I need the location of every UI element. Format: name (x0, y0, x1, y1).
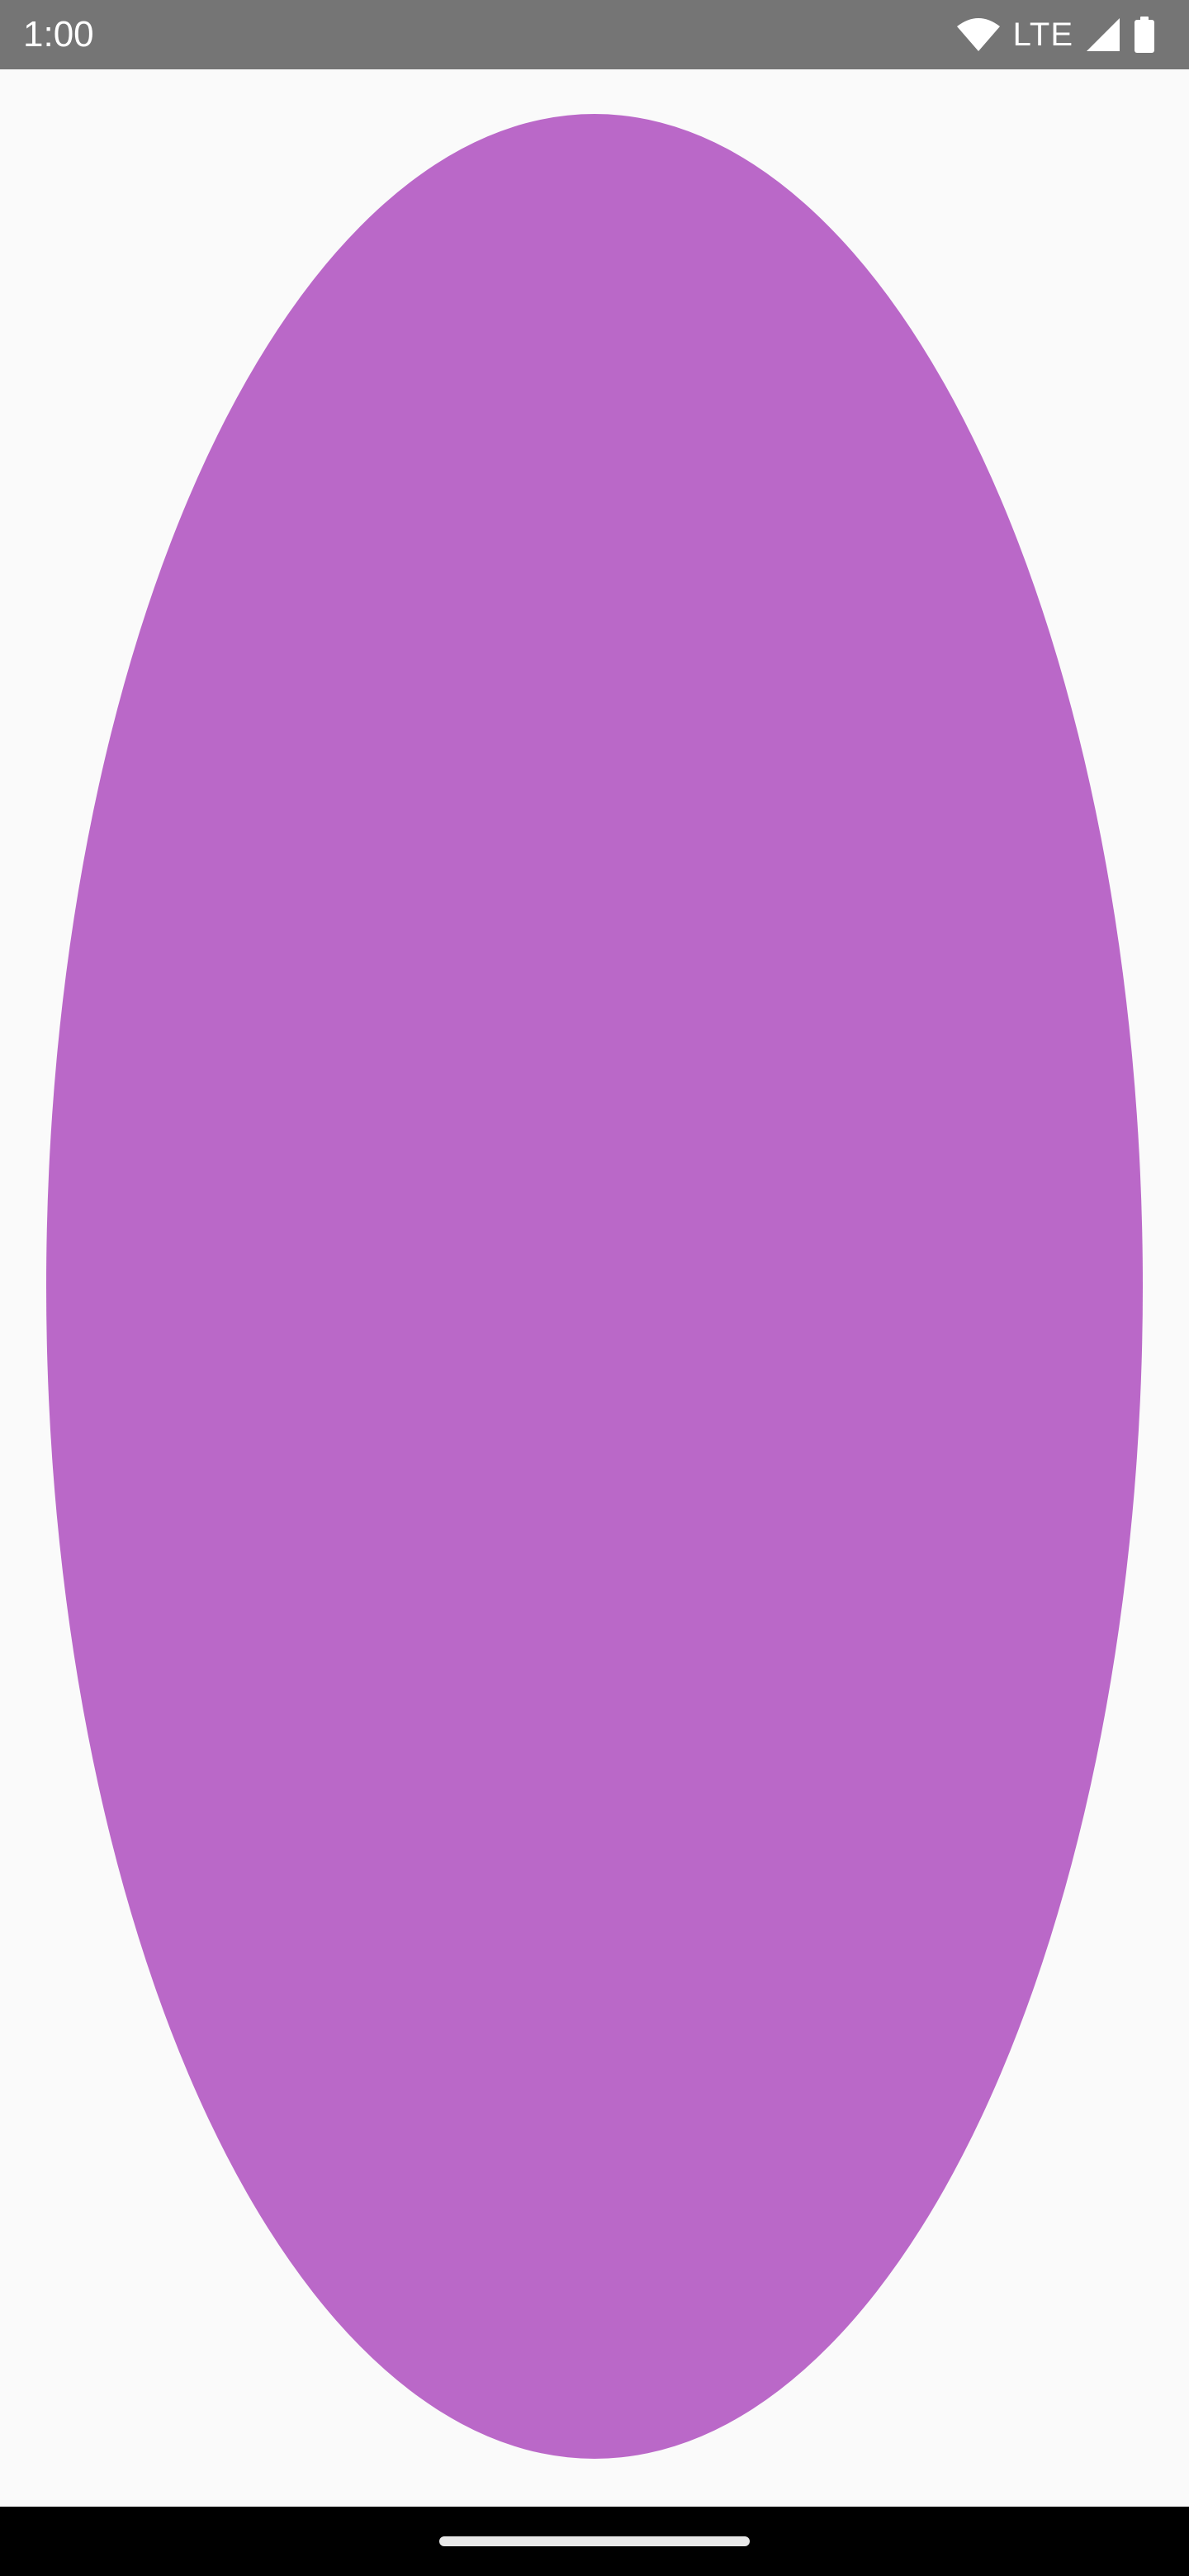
cell-signal-icon (1085, 17, 1121, 53)
status-icons: LTE (955, 0, 1156, 69)
battery-icon (1133, 17, 1156, 53)
navigation-bar (0, 2507, 1189, 2576)
home-handle[interactable] (439, 2536, 750, 2546)
status-bar: 1:00 LTE (0, 0, 1189, 69)
oval-shape (46, 114, 1143, 2459)
wifi-icon (955, 17, 1002, 53)
status-time: 1:00 (23, 14, 94, 54)
network-type-label: LTE (1012, 17, 1073, 53)
drawing-canvas (0, 69, 1189, 2507)
oval-ellipse (46, 114, 1143, 2459)
